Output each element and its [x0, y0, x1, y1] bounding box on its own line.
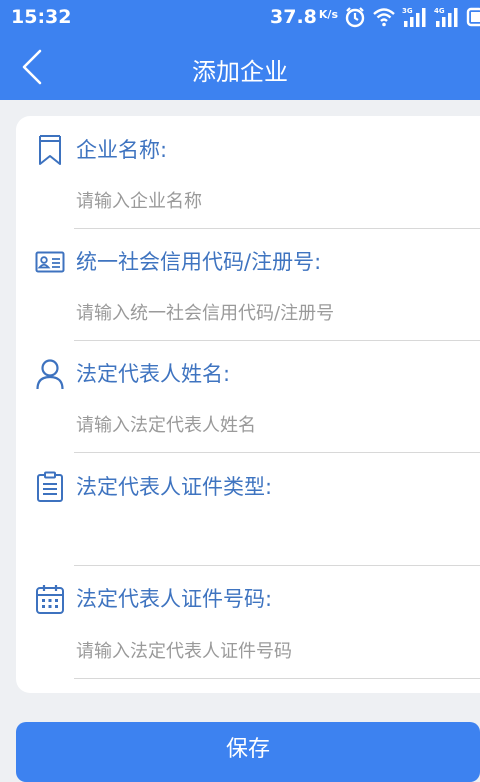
id-type-select[interactable]	[76, 521, 480, 551]
alarm-icon	[344, 6, 366, 28]
status-bar: 15:32 37.8 K/s 3G 4G	[0, 0, 480, 34]
status-right-group: 37.8 K/s 3G 4G	[270, 5, 480, 29]
save-button[interactable]: 保存	[16, 722, 480, 782]
nav-bar: 添加企业	[0, 34, 480, 100]
field-label-company-name: 企业名称:	[76, 138, 168, 162]
credit-code-input[interactable]	[76, 298, 480, 328]
signal-4g-icon: 4G	[434, 6, 460, 28]
field-divider	[74, 228, 480, 229]
person-icon	[34, 357, 66, 391]
company-name-input[interactable]	[76, 186, 480, 216]
signal-3g-icon: 3G	[402, 6, 428, 28]
wifi-icon	[372, 7, 396, 27]
signal-4g-label: 4G	[434, 7, 445, 15]
field-divider	[74, 678, 480, 679]
bookmark-icon	[34, 133, 66, 167]
field-divider	[74, 565, 480, 566]
network-speed: 37.8 K/s	[270, 6, 338, 28]
calendar-icon	[34, 582, 66, 616]
signal-3g-label: 3G	[402, 7, 413, 15]
field-label-id-type: 法定代表人证件类型:	[76, 475, 273, 499]
form-card: 企业名称: 统一社会信用代码/注册号: 法定代表人姓名: 法定代表人证件类型: …	[16, 116, 480, 693]
battery-icon	[466, 7, 480, 27]
network-speed-value: 37.8	[270, 6, 317, 28]
status-time: 15:32	[11, 6, 72, 28]
field-divider	[74, 452, 480, 453]
field-label-id-number: 法定代表人证件号码:	[76, 587, 273, 611]
network-speed-unit: K/s	[318, 8, 338, 21]
id-number-input[interactable]	[76, 636, 480, 666]
field-divider	[74, 340, 480, 341]
field-label-credit-code: 统一社会信用代码/注册号:	[76, 250, 322, 274]
page-title: 添加企业	[192, 58, 288, 86]
field-label-legal-rep-name: 法定代表人姓名:	[76, 362, 231, 386]
id-card-icon	[34, 245, 66, 279]
clipboard-icon	[34, 470, 66, 504]
legal-rep-name-input[interactable]	[76, 410, 480, 440]
